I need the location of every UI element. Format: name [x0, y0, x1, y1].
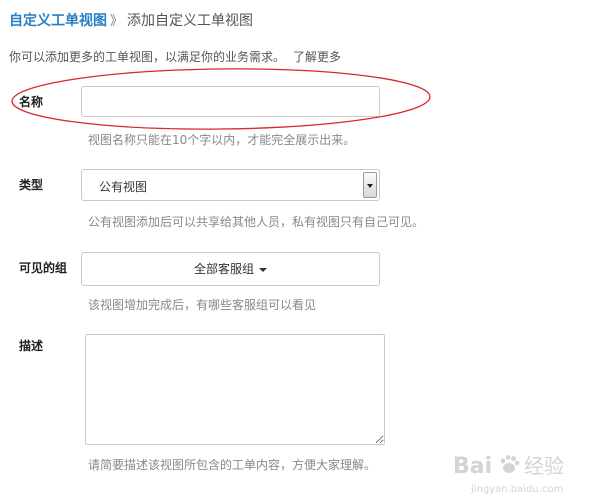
select-arrow-icon[interactable] — [363, 172, 377, 198]
name-hint: 视图名称只能在10个字以内，才能完全展示出来。 — [88, 133, 356, 147]
watermark-brand-text: Bai — [453, 454, 492, 479]
paw-icon — [500, 455, 520, 473]
description-label: 描述 — [19, 339, 44, 353]
breadcrumb-separator: 》 — [110, 14, 124, 29]
intro-text: 你可以添加更多的工单视图，以满足你的业务需求。 了解更多 — [9, 48, 341, 66]
breadcrumb-parent-link[interactable]: 自定义工单视图 — [9, 13, 107, 29]
watermark-brand-text-2: 经验 — [524, 454, 564, 478]
visible-group-value: 全部客服组 — [193, 262, 254, 276]
breadcrumb: 自定义工单视图》添加自定义工单视图 — [9, 11, 253, 32]
baidu-jingyan-watermark: Bai 经验 jingyan.baidu.com — [453, 454, 564, 495]
visible-group-hint: 该视图增加完成后，有哪些客服组可以看见 — [88, 298, 317, 312]
breadcrumb-current: 添加自定义工单视图 — [127, 13, 254, 29]
intro-description: 你可以添加更多的工单视图，以满足你的业务需求。 — [9, 50, 286, 64]
type-select-value: 公有视图 — [99, 180, 148, 194]
name-input[interactable] — [81, 86, 380, 117]
description-hint: 请简要描述该视图所包含的工单内容，方便大家理解。 — [88, 458, 377, 472]
page: 自定义工单视图》添加自定义工单视图 你可以添加更多的工单视图，以满足你的业务需求… — [0, 0, 593, 503]
type-select[interactable]: 公有视图 — [81, 169, 380, 201]
visible-group-dropdown[interactable]: 全部客服组 — [81, 252, 380, 286]
type-hint: 公有视图添加后可以共享给其他人员，私有视图只有自己可见。 — [88, 215, 425, 229]
watermark-url: jingyan.baidu.com — [470, 484, 563, 495]
visible-group-label: 可见的组 — [19, 261, 68, 275]
name-label: 名称 — [19, 95, 44, 109]
description-textarea[interactable] — [85, 334, 385, 445]
type-label: 类型 — [19, 178, 44, 192]
learn-more-link[interactable]: 了解更多 — [293, 50, 341, 64]
caret-down-icon — [259, 267, 267, 272]
